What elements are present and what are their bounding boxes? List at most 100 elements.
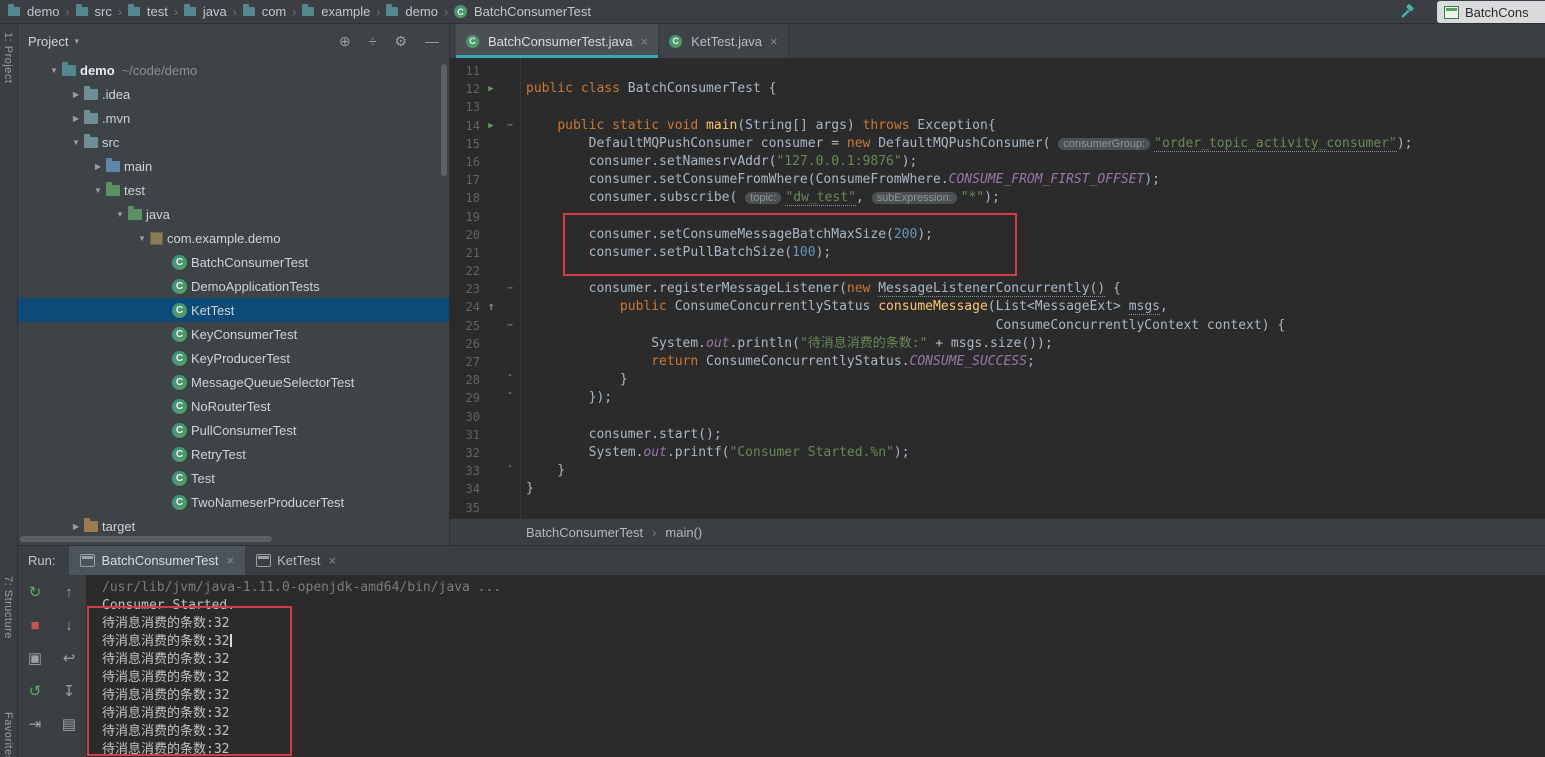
project-tree-item[interactable]: CDemoApplicationTests (18, 274, 449, 298)
breadcrumb-item[interactable]: demo (384, 4, 440, 19)
code-line[interactable]: 34} (450, 480, 1545, 498)
code-line[interactable]: 35 (450, 499, 1545, 517)
code-line[interactable]: 11 (450, 62, 1545, 80)
code-line[interactable]: 24↑ public ConsumeConcurrentlyStatus con… (450, 298, 1545, 316)
code-line[interactable]: 30 (450, 408, 1545, 426)
next-occurrence-icon[interactable]: ↓ (60, 616, 78, 634)
project-tree-item[interactable]: CKeyProducerTest (18, 346, 449, 370)
horizontal-scrollbar[interactable] (20, 536, 272, 542)
run-window-chip[interactable]: BatchCons (1437, 1, 1545, 23)
code-line[interactable]: 22 (450, 262, 1545, 280)
code-line[interactable]: 33ˆ } (450, 462, 1545, 480)
close-icon[interactable]: × (328, 553, 336, 568)
run-gutter-icon[interactable]: ▶ (480, 117, 502, 135)
breadcrumb-item[interactable]: java (182, 4, 229, 19)
code-line[interactable]: 25− ConsumeConcurrentlyContext context) … (450, 317, 1545, 335)
code-line[interactable]: 29ˆ }); (450, 389, 1545, 407)
soft-wrap-icon[interactable]: ↩ (60, 649, 78, 667)
build-icon[interactable] (1399, 4, 1415, 25)
project-tree-item[interactable]: ▶.mvn (18, 106, 449, 130)
code-line[interactable]: 31 consumer.start(); (450, 426, 1545, 444)
override-gutter-icon[interactable]: ↑ (480, 298, 502, 316)
breadcrumb-item[interactable]: test (126, 4, 170, 19)
project-tree-item[interactable]: ▼test (18, 178, 449, 202)
project-tree-item[interactable]: ▼src (18, 130, 449, 154)
project-panel-title[interactable]: Project (28, 34, 68, 49)
close-icon[interactable]: × (770, 34, 778, 49)
breadcrumb-item[interactable]: main() (665, 525, 702, 540)
project-tree-item[interactable]: ▶.idea (18, 82, 449, 106)
code-line[interactable]: 21 consumer.setPullBatchSize(100); (450, 244, 1545, 262)
editor-tab[interactable]: CBatchConsumerTest.java× (456, 24, 659, 58)
breadcrumb-item[interactable]: com (241, 4, 289, 19)
editor-tab[interactable]: CKetTest.java× (659, 24, 788, 58)
breadcrumb-item[interactable]: example (300, 4, 372, 19)
breadcrumb-item[interactable]: demo (6, 4, 62, 19)
stop-icon[interactable]: ■ (26, 616, 44, 634)
chevron-down-icon[interactable]: ▾ (74, 36, 79, 47)
code-line[interactable]: 23− consumer.registerMessageListener(new… (450, 280, 1545, 298)
run-tab[interactable]: KetTest× (245, 546, 347, 575)
project-tree-item[interactable]: CKeyConsumerTest (18, 322, 449, 346)
code-line[interactable]: 26 System.out.println("待消息消费的条数:" + msgs… (450, 335, 1545, 353)
scroll-to-end-icon[interactable]: ↧ (60, 682, 78, 700)
code-line[interactable]: 13 (450, 98, 1545, 116)
project-tree-item[interactable]: ▶main (18, 154, 449, 178)
chevron-down-icon[interactable]: ▼ (68, 138, 84, 147)
project-tree-item[interactable]: CTest (18, 466, 449, 490)
console-output[interactable]: /usr/lib/jvm/java-1.11.0-openjdk-amd64/b… (86, 575, 1545, 757)
tool-window-button-structure[interactable]: 7: Structure (2, 576, 14, 639)
collapse-all-button-icon[interactable]: ÷ (369, 33, 377, 50)
breadcrumb-item[interactable]: CBatchConsumerTest (452, 4, 593, 19)
close-icon[interactable]: × (227, 553, 235, 568)
code-line[interactable]: 12▶public class BatchConsumerTest { (450, 80, 1545, 98)
prev-occurrence-icon[interactable]: ↑ (60, 583, 78, 601)
code-line[interactable]: 16 consumer.setNamesrvAddr("127.0.0.1:98… (450, 153, 1545, 171)
project-tree-item[interactable]: CPullConsumerTest (18, 418, 449, 442)
breadcrumb-item[interactable]: BatchConsumerTest (526, 525, 643, 540)
close-icon[interactable]: × (641, 34, 649, 49)
project-tree-item[interactable]: CRetryTest (18, 442, 449, 466)
fold-marker[interactable]: ˆ (502, 371, 518, 389)
chevron-down-icon[interactable]: ▼ (46, 66, 62, 75)
project-tree-item[interactable]: CNoRouterTest (18, 394, 449, 418)
chevron-right-icon[interactable]: ▶ (68, 114, 84, 123)
project-tree-item[interactable]: ▶target (18, 514, 449, 538)
project-tree-item[interactable]: ▼demo ~/code/demo (18, 58, 449, 82)
settings-button-icon[interactable]: ⚙ (394, 33, 407, 50)
code-line[interactable]: 28ˆ } (450, 371, 1545, 389)
code-line[interactable]: 20 consumer.setConsumeMessageBatchMaxSiz… (450, 226, 1545, 244)
code-line[interactable]: 32 System.out.printf("Consumer Started.%… (450, 444, 1545, 462)
project-tree-item[interactable]: ▼java (18, 202, 449, 226)
locate-button-icon[interactable]: ⊕ (339, 33, 351, 50)
project-tree-item[interactable]: CMessageQueueSelectorTest (18, 370, 449, 394)
chevron-down-icon[interactable]: ▼ (90, 186, 106, 195)
code-line[interactable]: 19 (450, 208, 1545, 226)
gc-icon[interactable]: ↺ (26, 682, 44, 700)
tool-window-button-favorites[interactable]: Favorites (2, 712, 14, 757)
tool-window-button-project[interactable]: 1: Project (2, 32, 14, 83)
hide-button-icon[interactable]: — (425, 33, 439, 50)
project-tree-item[interactable]: CBatchConsumerTest (18, 250, 449, 274)
fold-marker[interactable]: ˆ (502, 462, 518, 480)
project-tree-item[interactable]: CKetTest (18, 298, 449, 322)
fold-marker[interactable]: − (502, 117, 518, 135)
print-icon[interactable]: ▤ (60, 715, 78, 733)
code-line[interactable]: 14▶− public static void main(String[] ar… (450, 117, 1545, 135)
code-line[interactable]: 17 consumer.setConsumeFromWhere(ConsumeF… (450, 171, 1545, 189)
fold-marker[interactable]: ˆ (502, 389, 518, 407)
vertical-scrollbar[interactable] (441, 64, 447, 176)
chevron-down-icon[interactable]: ▼ (134, 234, 150, 243)
project-tree-item[interactable]: CTwoNameserProducerTest (18, 490, 449, 514)
fold-marker[interactable]: − (502, 280, 518, 298)
code-line[interactable]: 15 DefaultMQPushConsumer consumer = new … (450, 135, 1545, 153)
chevron-right-icon[interactable]: ▶ (90, 162, 106, 171)
chevron-down-icon[interactable]: ▼ (112, 210, 128, 219)
dump-threads-icon[interactable]: ▣ (26, 649, 44, 667)
run-tab[interactable]: BatchConsumerTest× (69, 546, 245, 575)
code-line[interactable]: 18 consumer.subscribe( topic:"dw_test", … (450, 189, 1545, 207)
export-icon[interactable]: ⇥ (26, 715, 44, 733)
code-line[interactable]: 27 return ConsumeConcurrentlyStatus.CONS… (450, 353, 1545, 371)
rerun-icon[interactable]: ↻ (26, 583, 44, 601)
chevron-right-icon[interactable]: ▶ (68, 90, 84, 99)
